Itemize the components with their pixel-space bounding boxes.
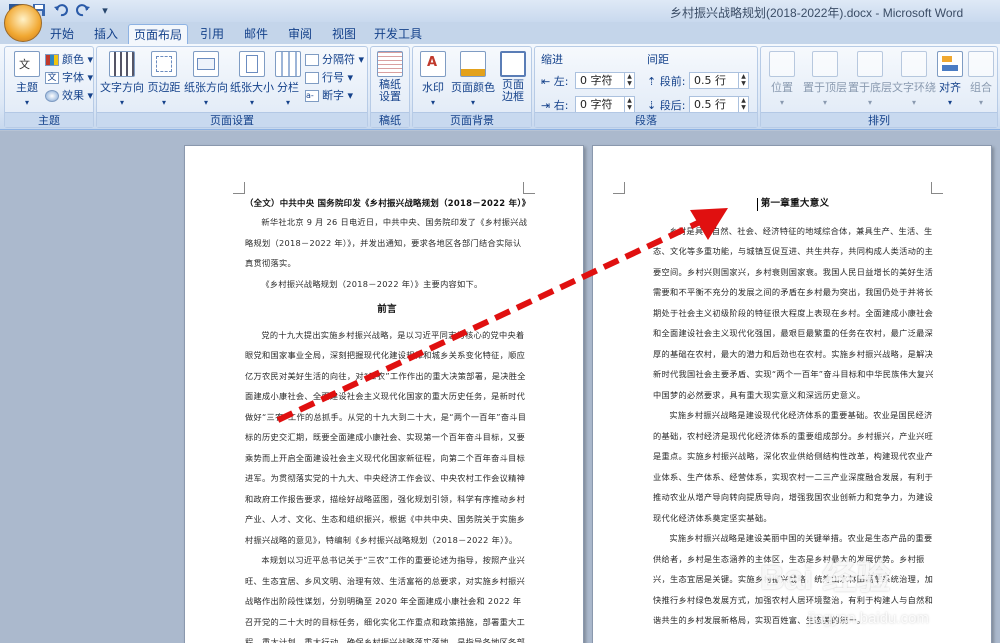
watermark-url: jingyan.baidu.com — [808, 610, 929, 627]
arrow-line — [276, 219, 702, 423]
watermark-logo: Bai 经验 — [760, 559, 891, 597]
red-arrow-annotation — [276, 208, 728, 423]
